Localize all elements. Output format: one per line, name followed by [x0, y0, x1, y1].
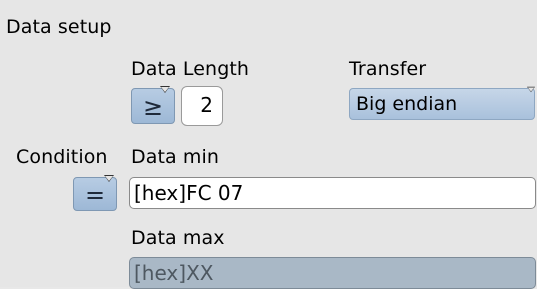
transfer-dropdown[interactable]: Big endian [349, 88, 535, 120]
condition-dropdown-arrow-icon [104, 175, 114, 182]
data-max-input[interactable]: [hex]XX [129, 257, 536, 289]
transfer-dropdown-arrow-icon [527, 86, 535, 93]
transfer-label: Transfer [349, 58, 427, 80]
data-max-label: Data max [131, 227, 225, 249]
equals-icon: = [84, 181, 106, 209]
greater-equal-icon: ≥ [142, 93, 164, 121]
data-length-operator-button[interactable]: ≥ [131, 88, 175, 124]
dropdown-arrow-icon [160, 86, 170, 93]
condition-label: Condition [16, 146, 108, 168]
condition-operator-button[interactable]: = [73, 177, 117, 211]
data-min-label: Data min [131, 146, 220, 168]
data-setup-panel: Data setup Data Length ≥ 2 Transfer Big … [0, 0, 537, 289]
transfer-selected-value: Big endian [356, 93, 458, 115]
section-title: Data setup [6, 16, 112, 38]
data-length-input[interactable]: 2 [181, 86, 223, 126]
data-length-label: Data Length [131, 58, 250, 80]
data-min-input[interactable]: [hex]FC 07 [129, 177, 536, 209]
